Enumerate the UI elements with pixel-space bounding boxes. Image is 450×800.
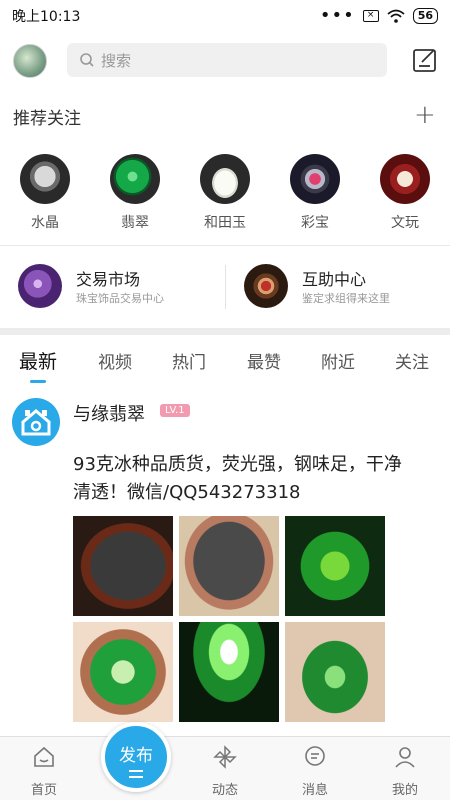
shop-house-icon (21, 409, 51, 436)
search-input[interactable]: 搜索 (67, 43, 387, 77)
post-text: 93克冰种品质货，荧光强，钢味足，干净清透！微信/QQ543273318 (73, 454, 402, 503)
user-avatar[interactable] (13, 44, 47, 78)
bead-bracelet-image (380, 154, 430, 204)
category-crystal[interactable]: 水晶 (15, 154, 75, 232)
tab-most-liked[interactable]: 最赞 (247, 348, 281, 373)
recommend-header: 推荐关注 + (0, 100, 450, 132)
status-bar: 晚上10:13 ••• × 56 (0, 0, 450, 32)
hetian-jade-image (200, 154, 250, 204)
publish-button[interactable]: 发布 (101, 722, 171, 792)
category-label: 翡翠 (121, 215, 149, 231)
feature-market[interactable]: 交易市场 珠宝饰品交易中心 (18, 256, 218, 316)
feature-subtitle: 鉴定求组得来这里 (302, 292, 390, 305)
crystal-buddha-image (20, 154, 70, 204)
signal-dots-icon: ••• (319, 5, 355, 26)
tab-hot[interactable]: 热门 (172, 348, 206, 373)
recommend-title: 推荐关注 (13, 109, 81, 129)
divider (0, 245, 450, 246)
top-bar: 搜索 (0, 38, 450, 84)
photo-grid (73, 516, 386, 730)
search-placeholder: 搜索 (101, 51, 132, 70)
jadeite-image (110, 154, 160, 204)
nav-profile[interactable]: 我的 (375, 745, 435, 798)
tab-nearby[interactable]: 附近 (321, 348, 355, 373)
post-photo[interactable] (285, 516, 385, 616)
post-photo[interactable] (179, 622, 279, 722)
amethyst-image (18, 264, 62, 308)
feature-title: 交易市场 (76, 270, 141, 289)
plus-icon[interactable]: + (414, 102, 436, 128)
pinwheel-icon (213, 745, 237, 769)
category-label: 水晶 (31, 215, 59, 231)
tab-latest[interactable]: 最新 (19, 347, 57, 374)
wifi-icon (387, 9, 405, 23)
nav-label: 我的 (391, 783, 418, 798)
profile-icon (395, 747, 415, 768)
publish-label: 发布 (119, 746, 153, 766)
home-icon (34, 746, 54, 767)
category-label: 彩宝 (301, 215, 329, 231)
nav-home[interactable]: 首页 (14, 745, 74, 798)
post-username[interactable]: 与缘翡翠 (73, 400, 145, 426)
category-collectibles[interactable]: 文玩 (375, 154, 435, 232)
nav-label: 首页 (30, 783, 57, 798)
tab-following[interactable]: 关注 (395, 348, 429, 373)
shop-avatar-icon[interactable] (12, 398, 60, 446)
post-photo[interactable] (285, 622, 385, 722)
message-icon (305, 746, 325, 766)
bottom-nav: 首页 动态 消息 我的 (0, 736, 450, 800)
section-divider (0, 328, 450, 335)
feature-subtitle: 珠宝饰品交易中心 (76, 292, 164, 305)
category-label: 和田玉 (204, 215, 246, 231)
category-jadeite[interactable]: 翡翠 (105, 154, 165, 232)
publish-icon (129, 770, 143, 778)
active-tab-indicator (30, 380, 46, 383)
battery-icon: 56 (412, 8, 438, 24)
post-photo[interactable] (179, 516, 279, 616)
nav-feed[interactable]: 动态 (195, 745, 255, 798)
feature-title: 互助中心 (302, 270, 367, 289)
nav-label: 消息 (301, 783, 328, 798)
compose-icon[interactable] (412, 47, 438, 73)
feed-tabs: 最新 视频 热门 最赞 附近 关注 (0, 340, 450, 386)
gemstone-ring-image (290, 154, 340, 204)
search-icon (80, 53, 94, 67)
tab-video[interactable]: 视频 (98, 348, 132, 373)
nav-messages[interactable]: 消息 (285, 745, 345, 798)
category-gemstone[interactable]: 彩宝 (285, 154, 345, 232)
level-badge: LV.1 (160, 404, 190, 417)
feature-separator (225, 265, 226, 309)
post-photo[interactable] (73, 622, 173, 722)
status-icons: ••• × 56 (319, 5, 438, 26)
sim-blocked-icon: × (362, 10, 379, 22)
category-row: 水晶 翡翠 和田玉 彩宝 文玩 (0, 154, 450, 238)
status-time: 晚上10:13 (12, 9, 81, 25)
post-photo[interactable] (73, 516, 173, 616)
category-hetian-jade[interactable]: 和田玉 (195, 154, 255, 232)
category-label: 文玩 (391, 215, 419, 231)
feature-help-center[interactable]: 互助中心 鉴定求组得来这里 (244, 256, 444, 316)
nav-label: 动态 (211, 783, 238, 798)
ruby-ring-image (244, 264, 288, 308)
